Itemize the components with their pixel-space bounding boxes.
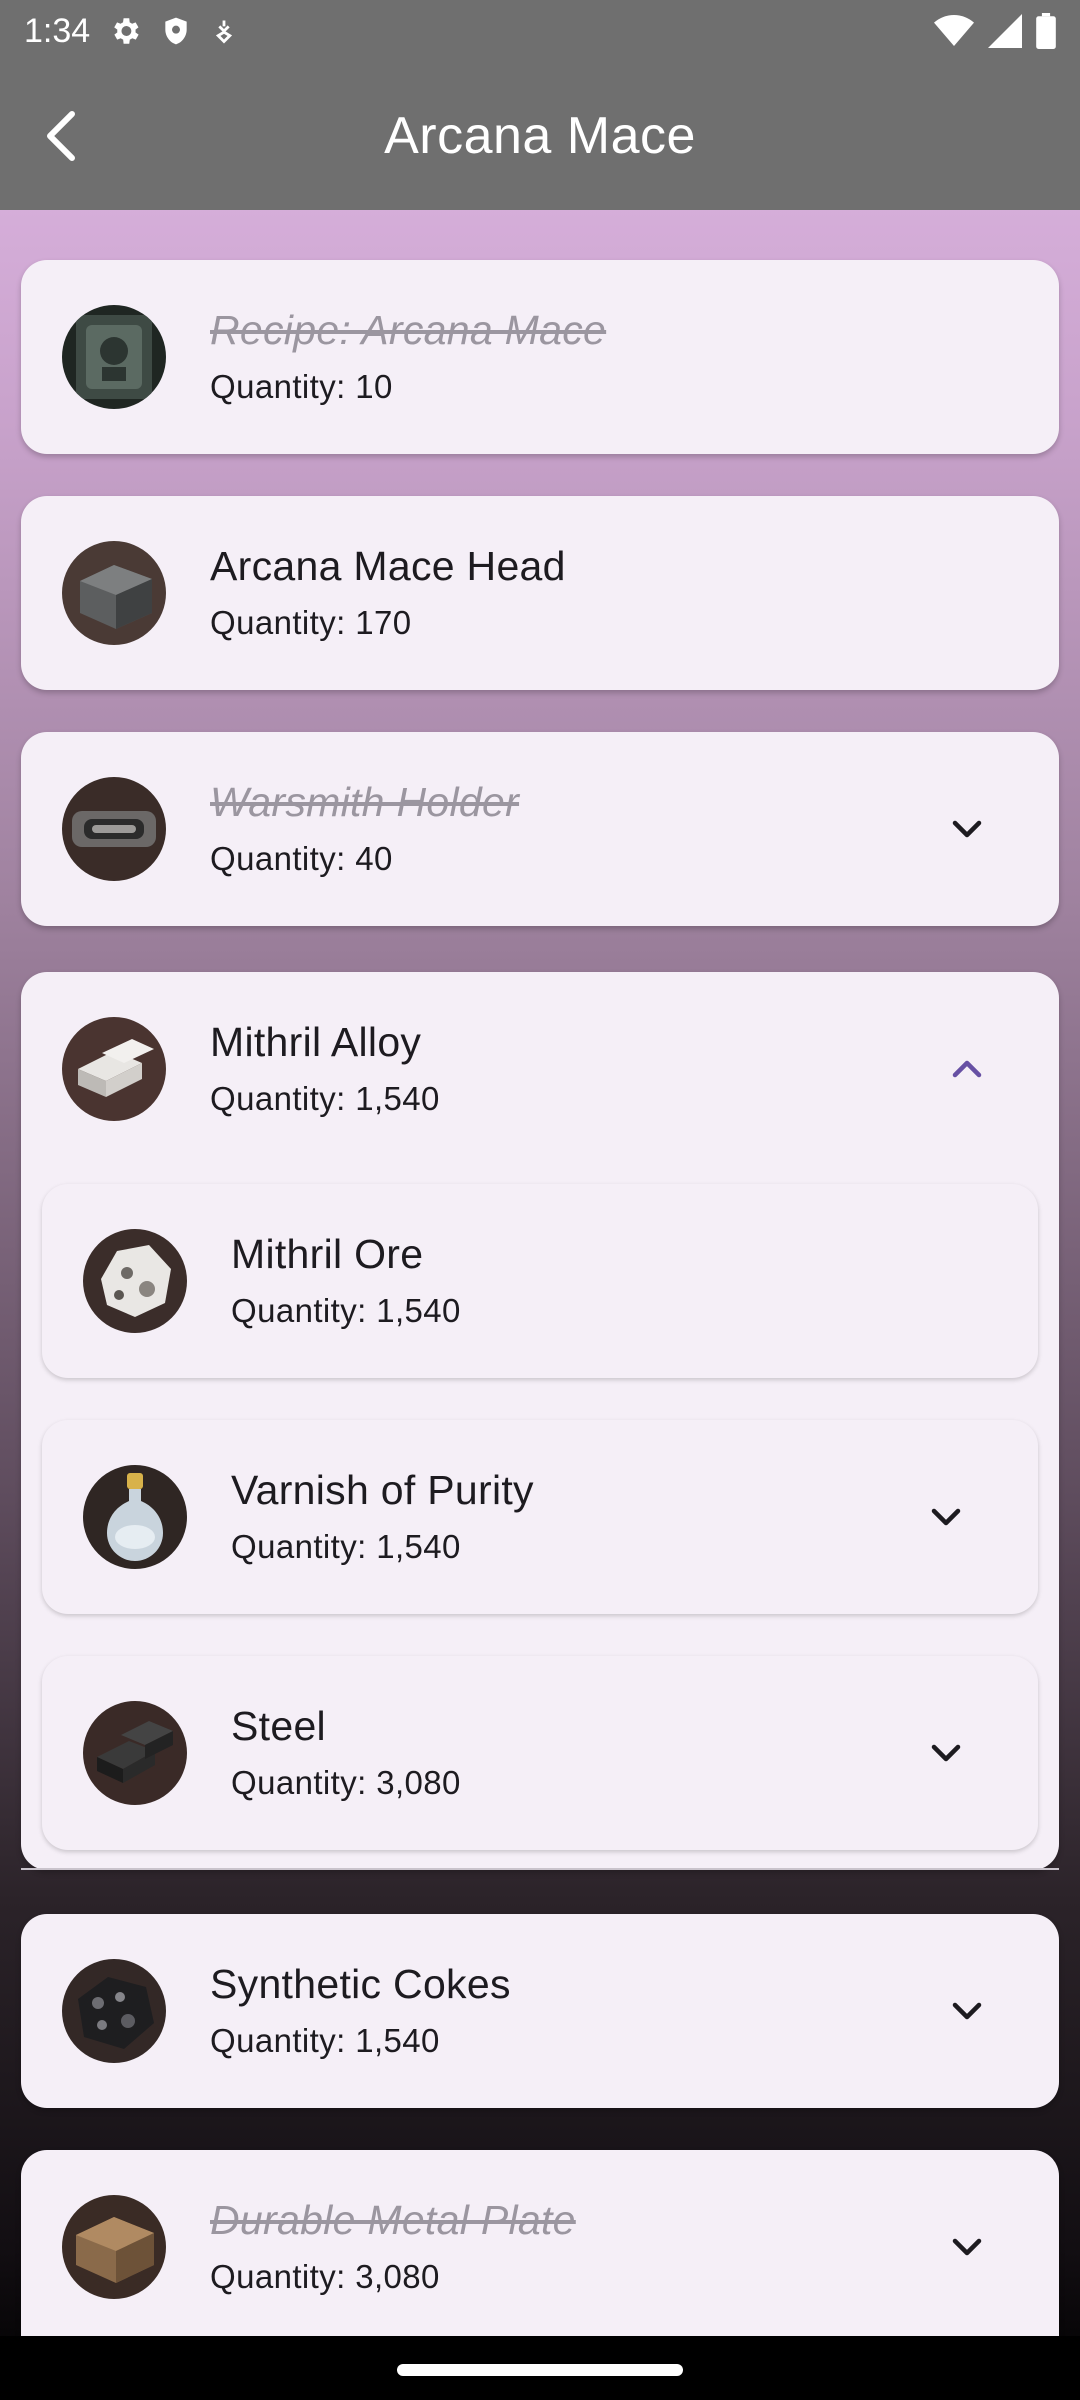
list-item-expanded[interactable]: Mithril Alloy Quantity: 1,540 Mithril Or…	[21, 972, 1059, 1870]
app-bar: Arcana Mace	[0, 62, 1080, 210]
item-quantity: Quantity: 40	[210, 840, 393, 877]
item-quantity: Quantity: 3,080	[210, 2258, 440, 2295]
item-name: Arcana Mace Head	[210, 543, 566, 589]
home-indicator[interactable]	[397, 2364, 683, 2376]
shield-icon	[160, 14, 192, 48]
chevron-down-icon[interactable]	[945, 807, 989, 851]
list-item[interactable]: Arcana Mace Head Quantity: 170	[21, 496, 1059, 690]
sub-list-item[interactable]: Varnish of Purity Quantity: 1,540	[42, 1420, 1038, 1614]
back-button[interactable]	[28, 102, 96, 170]
item-thumbnail	[83, 1465, 187, 1569]
chevron-down-icon[interactable]	[945, 1989, 989, 2033]
chevron-up-icon[interactable]	[945, 1047, 989, 1091]
item-quantity: Quantity: 3,080	[231, 1764, 461, 1801]
list-item[interactable]: Recipe: Arcana Mace Quantity: 10	[21, 260, 1059, 454]
page-title: Arcana Mace	[384, 107, 696, 165]
chevron-down-icon[interactable]	[924, 1495, 968, 1539]
item-name: Mithril Ore	[231, 1231, 424, 1277]
gear-icon	[108, 14, 142, 48]
location-icon	[210, 16, 238, 46]
item-thumbnail	[62, 777, 166, 881]
chevron-down-icon[interactable]	[945, 2225, 989, 2269]
item-name: Synthetic Cokes	[210, 1961, 511, 2007]
item-thumbnail	[62, 2195, 166, 2299]
sub-list-item[interactable]: Mithril Ore Quantity: 1,540	[42, 1184, 1038, 1378]
item-thumbnail	[62, 541, 166, 645]
divider	[21, 1868, 1059, 1870]
battery-icon	[1036, 13, 1056, 49]
item-name: Mithril Alloy	[210, 1019, 422, 1065]
item-thumbnail	[62, 1959, 166, 2063]
item-thumbnail	[83, 1229, 187, 1333]
item-quantity: Quantity: 1,540	[231, 1528, 461, 1565]
chevron-down-icon[interactable]	[924, 1731, 968, 1775]
status-bar: 1:34	[0, 0, 1080, 62]
sub-list-item[interactable]: Steel Quantity: 3,080	[42, 1656, 1038, 1850]
item-quantity: Quantity: 1,540	[231, 1292, 461, 1329]
item-thumbnail	[62, 1017, 166, 1121]
list-item[interactable]: Warsmith Holder Quantity: 40	[21, 732, 1059, 926]
item-thumbnail	[83, 1701, 187, 1805]
item-quantity: Quantity: 1,540	[210, 1080, 440, 1117]
status-time: 1:34	[24, 11, 91, 50]
item-name: Durable Metal Plate	[210, 2197, 576, 2243]
list-item[interactable]: Durable Metal Plate Quantity: 3,080	[21, 2150, 1059, 2336]
signal-icon	[988, 14, 1022, 48]
item-name: Recipe: Arcana Mace	[210, 307, 607, 353]
item-quantity: Quantity: 170	[210, 604, 412, 641]
item-name: Steel	[231, 1703, 326, 1749]
screen: 1:34 Arcana Mace Recipe: Arcana Mace Qua…	[0, 0, 1080, 2400]
list-item[interactable]: Synthetic Cokes Quantity: 1,540	[21, 1914, 1059, 2108]
item-quantity: Quantity: 10	[210, 368, 393, 405]
back-arrow-icon	[47, 111, 75, 161]
item-thumbnail	[62, 305, 166, 409]
item-quantity: Quantity: 1,540	[210, 2022, 440, 2059]
item-name: Warsmith Holder	[210, 779, 520, 825]
item-name: Varnish of Purity	[231, 1467, 534, 1513]
wifi-icon	[934, 14, 974, 48]
